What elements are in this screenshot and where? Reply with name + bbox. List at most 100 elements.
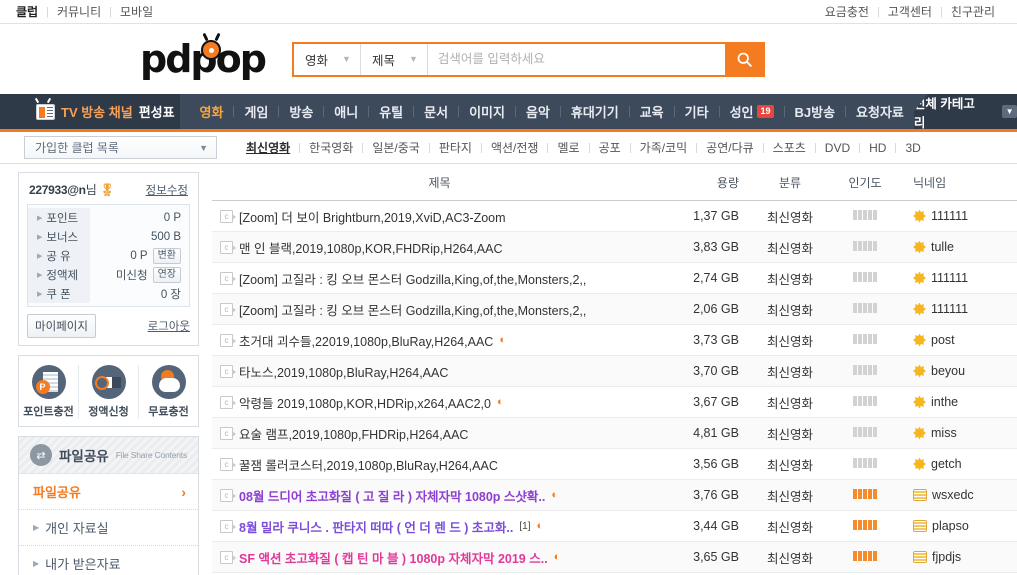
file-type-icon[interactable]: c	[220, 488, 236, 502]
genre-tab-horror[interactable]: 공포	[590, 139, 630, 156]
top-link-support[interactable]: 고객센터	[880, 5, 940, 19]
tv-schedule-button[interactable]: TV 방송 채널 편성표	[0, 94, 180, 129]
cell-title[interactable]: c 8월 밀라 쿠니스 . 판타지 떠따 ( 언 더 렌 드 ) 초고화.. [1]…	[212, 510, 659, 542]
table-row[interactable]: c 타노스,2019,1080p,BluRay,H264,AAC 3,70 GB 최신…	[212, 355, 1017, 387]
table-row[interactable]: c SF 액션 초고화질 ( 캡 틴 마 블 ) 1080p 자체자막 2019 …	[212, 541, 1017, 573]
file-type-icon[interactable]: c	[220, 550, 236, 564]
genre-tab-performance-documentary[interactable]: 공연/다큐	[697, 139, 763, 156]
cell-title[interactable]: c [Zoom] 고질라 : 킹 오브 몬스터 Godzilla,King,of,…	[212, 293, 659, 325]
file-type-icon[interactable]: c	[220, 364, 236, 378]
subscription-apply-button[interactable]: 정액신청	[78, 365, 138, 419]
sidebar-item-personal-archive[interactable]: ▶ 개인 자료실	[19, 510, 198, 546]
genre-tab-family-comic[interactable]: 가족/코믹	[631, 139, 697, 156]
sidebar-item-received-files[interactable]: ▶ 내가 받은자료	[19, 546, 198, 575]
nav-item-request[interactable]: 요청자료	[846, 102, 914, 121]
genre-tab-japan-china[interactable]: 일본/중국	[363, 139, 429, 156]
table-row[interactable]: c 요술 램프,2019,1080p,FHDRip,H264,AAC 4,81 GB…	[212, 417, 1017, 449]
file-type-icon[interactable]: c	[220, 209, 236, 223]
column-header-title[interactable]: 제목	[212, 164, 659, 201]
top-link-recharge[interactable]: 요금충전	[817, 5, 877, 19]
file-title-link[interactable]: 악령들 2019,1080p,KOR,HDRip,x264,AAC2,0	[239, 393, 491, 412]
file-type-icon[interactable]: c	[220, 519, 236, 533]
genre-tab-sports[interactable]: 스포츠	[764, 139, 815, 156]
nav-item-bj-broadcast[interactable]: BJ방송	[785, 102, 846, 121]
nav-item-education[interactable]: 교육	[630, 102, 674, 121]
table-row[interactable]: c 8월 밀라 쿠니스 . 판타지 떠따 ( 언 더 렌 드 ) 초고화.. [1]…	[212, 510, 1017, 542]
column-header-nickname[interactable]: 닉네임	[901, 164, 1017, 201]
file-type-icon[interactable]: c	[220, 271, 236, 285]
genre-tab-melo[interactable]: 멜로	[548, 139, 588, 156]
cell-category[interactable]: 최신영화	[751, 448, 829, 480]
cell-nickname[interactable]: miss	[901, 417, 1017, 449]
cell-category[interactable]: 최신영화	[751, 355, 829, 387]
file-type-icon[interactable]: c	[220, 457, 236, 471]
file-title-link[interactable]: 08월 드디어 초고화질 ( 고 질 라 ) 자체자막 1080p 스샷확..	[239, 486, 545, 505]
cell-title[interactable]: c 타노스,2019,1080p,BluRay,H264,AAC	[212, 355, 659, 387]
mypage-button[interactable]: 마이페이지	[27, 314, 96, 338]
genre-tab-korean[interactable]: 한국영화	[300, 139, 362, 156]
file-title-link[interactable]: 8월 밀라 쿠니스 . 판타지 떠따 ( 언 더 렌 드 ) 초고화..	[239, 517, 513, 536]
table-row[interactable]: c 악령들 2019,1080p,KOR,HDRip,x264,AAC2,0 ◐ 3,…	[212, 386, 1017, 418]
file-title-link[interactable]: [Zoom] 고질라 : 킹 오브 몬스터 Godzilla,King,of,t…	[239, 269, 586, 288]
cell-nickname[interactable]: wsxedc	[901, 479, 1017, 511]
table-row[interactable]: c 초거대 괴수들,22019,1080p,BluRay,H264,AAC ◐ 3,7…	[212, 324, 1017, 356]
cell-category[interactable]: 최신영화	[751, 417, 829, 449]
cell-title[interactable]: c SF 액션 초고화질 ( 캡 틴 마 블 ) 1080p 자체자막 2019 …	[212, 541, 659, 573]
cell-nickname[interactable]: getch	[901, 448, 1017, 480]
file-type-icon[interactable]: c	[220, 426, 236, 440]
table-row[interactable]: c [Zoom] 고질라 : 킹 오브 몬스터 Godzilla,King,of,…	[212, 262, 1017, 294]
cell-nickname[interactable]: beyou	[901, 355, 1017, 387]
cell-title[interactable]: c [Zoom] 고질라 : 킹 오브 몬스터 Godzilla,King,of,…	[212, 262, 659, 294]
file-title-link[interactable]: [Zoom] 더 보이 Brightburn,2019,XviD,AC3-Zoo…	[239, 207, 506, 226]
all-categories-button[interactable]: 전체 카테고리 ▼	[913, 94, 1017, 129]
genre-tab-dvd[interactable]: DVD	[816, 141, 859, 155]
cell-title[interactable]: c 08월 드디어 초고화질 ( 고 질 라 ) 자체자막 1080p 스샷확..…	[212, 479, 659, 511]
cell-category[interactable]: 최신영화	[751, 324, 829, 356]
column-header-size[interactable]: 용량	[659, 164, 751, 201]
column-header-category[interactable]: 분류	[751, 164, 829, 201]
nav-item-game[interactable]: 게임	[234, 102, 278, 121]
nav-item-adult[interactable]: 성인 19	[720, 102, 784, 121]
search-category-select[interactable]: 영화 ▼	[294, 43, 361, 75]
cell-category[interactable]: 최신영화	[751, 293, 829, 325]
table-row[interactable]: c [Zoom] 더 보이 Brightburn,2019,XviD,AC3-Zo…	[212, 200, 1017, 232]
nav-item-document[interactable]: 문서	[414, 102, 458, 121]
cell-title[interactable]: c [Zoom] 더 보이 Brightburn,2019,XviD,AC3-Zo…	[212, 200, 659, 232]
cell-category[interactable]: 최신영화	[751, 479, 829, 511]
edit-profile-link[interactable]: 정보수정	[146, 182, 188, 198]
cell-title[interactable]: c맨 인 블랙,2019,1080p,KOR,FHDRip,H264,AAC	[212, 231, 659, 263]
search-button[interactable]	[725, 43, 763, 75]
table-row[interactable]: c 꿀잼 롤러코스터,2019,1080p,BluRay,H264,AAC 3,56…	[212, 448, 1017, 480]
genre-tab-action-war[interactable]: 액션/전쟁	[482, 139, 548, 156]
cell-nickname[interactable]: 111111	[901, 200, 1017, 232]
cell-nickname[interactable]: fjpdjs	[901, 541, 1017, 573]
top-link-community[interactable]: 커뮤니티	[49, 5, 109, 19]
cell-category[interactable]: 최신영화	[751, 510, 829, 542]
cell-title[interactable]: c 초거대 괴수들,22019,1080p,BluRay,H264,AAC ◐	[212, 324, 659, 356]
top-link-club[interactable]: 클럽	[16, 5, 46, 19]
table-row[interactable]: c [Zoom] 고질라 : 킹 오브 몬스터 Godzilla,King,of,…	[212, 293, 1017, 325]
cell-category[interactable]: 최신영화	[751, 200, 829, 232]
file-title-link[interactable]: 꿀잼 롤러코스터,2019,1080p,BluRay,H264,AAC	[239, 455, 498, 474]
table-row[interactable]: c맨 인 블랙,2019,1080p,KOR,FHDRip,H264,AAC 3,…	[212, 231, 1017, 263]
genre-tab-fantasy[interactable]: 판타지	[430, 139, 481, 156]
file-title-link[interactable]: [Zoom] 고질라 : 킹 오브 몬스터 Godzilla,King,of,t…	[239, 300, 586, 319]
column-header-popularity[interactable]: 인기도	[829, 164, 901, 201]
cell-category[interactable]: 최신영화	[751, 231, 829, 263]
cell-nickname[interactable]: plapso	[901, 510, 1017, 542]
cell-nickname[interactable]: tulle	[901, 231, 1017, 263]
site-logo[interactable]: pdpop	[140, 32, 290, 79]
cell-title[interactable]: c 꿀잼 롤러코스터,2019,1080p,BluRay,H264,AAC	[212, 448, 659, 480]
nav-item-mobile-device[interactable]: 휴대기기	[561, 102, 629, 121]
cell-category[interactable]: 최신영화	[751, 541, 829, 573]
free-charge-button[interactable]: 무료충전	[138, 365, 198, 419]
file-title-link[interactable]: 요술 램프,2019,1080p,FHDRip,H264,AAC	[239, 424, 468, 443]
convert-button[interactable]: 변환	[152, 247, 181, 264]
top-link-mobile[interactable]: 모바일	[112, 5, 161, 19]
sidebar-item-file-share[interactable]: 파일공유 ›	[19, 474, 198, 510]
file-type-icon[interactable]: c	[220, 395, 236, 409]
genre-tab-hd[interactable]: HD	[860, 141, 895, 155]
search-field-select[interactable]: 제목 ▼	[361, 43, 428, 75]
file-type-icon[interactable]: c	[220, 302, 236, 316]
file-type-icon[interactable]: c	[220, 240, 236, 254]
